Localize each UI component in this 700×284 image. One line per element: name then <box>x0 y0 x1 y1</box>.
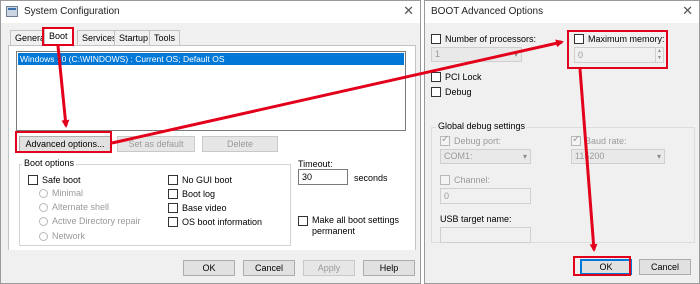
debug-port-label: Debug port: <box>454 136 502 146</box>
os-boot-info-checkbox[interactable] <box>168 217 178 227</box>
timeout-field[interactable]: 30 <box>298 169 348 185</box>
tab-startup[interactable]: Startup <box>114 30 154 45</box>
network-label: Network <box>52 231 86 241</box>
channel-checkbox[interactable] <box>440 175 450 185</box>
safe-boot-label: Safe boot <box>42 175 81 185</box>
max-memory-field[interactable]: 0 ▲ ▼ <box>574 47 664 63</box>
pci-lock-label: PCI Lock <box>445 72 482 82</box>
tab-tools[interactable]: Tools <box>149 30 181 45</box>
boot-options-label: Boot options <box>22 158 77 168</box>
cancel-button[interactable]: Cancel <box>243 260 295 276</box>
chevron-down-icon: ▾ <box>513 50 518 59</box>
minimal-label: Minimal <box>52 188 84 198</box>
dialog-footer: OK Cancel Apply Help <box>1 250 420 283</box>
window-title: BOOT Advanced Options <box>431 6 544 17</box>
usb-target-field[interactable] <box>440 227 531 243</box>
set-as-default-button[interactable]: Set as default <box>117 136 195 152</box>
debug-label: Debug <box>445 87 472 97</box>
title-bar: BOOT Advanced Options ✕ <box>425 1 699 23</box>
pci-lock-checkbox[interactable] <box>431 72 441 82</box>
alternate-shell-radio[interactable] <box>39 203 48 212</box>
global-debug-label: Global debug settings <box>436 121 528 131</box>
tab-boot[interactable]: Boot <box>44 28 73 46</box>
make-permanent-label-line2: permanent <box>312 226 356 236</box>
os-boot-info-label: OS boot information <box>182 217 263 227</box>
help-button[interactable]: Help <box>363 260 415 276</box>
num-processors-value: 1 <box>435 49 441 59</box>
debug-port-checkbox[interactable] <box>440 134 450 146</box>
network-radio[interactable] <box>39 232 48 241</box>
ok-button[interactable]: OK <box>580 259 632 275</box>
baud-rate-checkbox[interactable] <box>571 134 581 146</box>
ad-repair-label: Active Directory repair <box>52 216 141 226</box>
no-gui-boot-checkbox[interactable] <box>168 175 178 185</box>
channel-label: Channel: <box>454 175 491 185</box>
baud-rate-select[interactable]: 115200 ▾ <box>571 149 665 164</box>
list-item[interactable]: Windows 10 (C:\WINDOWS) : Current OS; De… <box>18 53 404 65</box>
num-processors-select[interactable]: 1 ▾ <box>431 47 522 62</box>
timeout-unit: seconds <box>354 173 388 183</box>
close-icon[interactable]: ✕ <box>682 3 693 19</box>
os-list[interactable]: Windows 10 (C:\WINDOWS) : Current OS; De… <box>16 51 406 131</box>
boot-log-label: Boot log <box>182 189 216 199</box>
channel-field[interactable]: 0 <box>440 188 531 204</box>
advanced-options-button[interactable]: Advanced options... <box>19 136 111 152</box>
system-config-icon <box>6 6 18 17</box>
title-bar: System Configuration ✕ <box>1 1 420 23</box>
debug-port-value: COM1: <box>444 151 473 161</box>
delete-button[interactable]: Delete <box>202 136 278 152</box>
apply-button[interactable]: Apply <box>303 260 355 276</box>
cancel-button[interactable]: Cancel <box>639 259 691 275</box>
max-memory-value: 0 <box>578 50 584 60</box>
debug-port-select[interactable]: COM1: ▾ <box>440 149 531 164</box>
make-permanent-checkbox[interactable] <box>298 216 308 226</box>
debug-checkbox[interactable] <box>431 87 441 97</box>
max-memory-label: Maximum memory: <box>588 34 665 44</box>
chevron-down-icon: ▾ <box>656 152 661 161</box>
alternate-shell-label: Alternate shell <box>52 202 110 212</box>
base-video-label: Base video <box>182 203 227 213</box>
window-title: System Configuration <box>24 6 120 17</box>
close-icon[interactable]: ✕ <box>403 3 414 19</box>
system-configuration-window: System Configuration ✕ General Boot Serv… <box>0 0 421 284</box>
timeout-label: Timeout: <box>298 159 333 169</box>
ok-button[interactable]: OK <box>183 260 235 276</box>
spinner-arrows-icon[interactable]: ▲ ▼ <box>655 48 663 62</box>
safe-boot-checkbox[interactable] <box>28 175 38 185</box>
make-permanent-label: Make all boot settings <box>312 215 400 225</box>
usb-target-label: USB target name: <box>440 214 512 224</box>
dialog-footer: OK Cancel <box>425 250 699 283</box>
boot-log-checkbox[interactable] <box>168 189 178 199</box>
no-gui-boot-label: No GUI boot <box>182 175 233 185</box>
num-processors-label: Number of processors: <box>445 34 537 44</box>
baud-rate-value: 115200 <box>575 151 605 161</box>
num-processors-checkbox[interactable] <box>431 34 441 44</box>
baud-rate-label: Baud rate: <box>585 136 627 146</box>
max-memory-checkbox[interactable] <box>574 34 584 44</box>
ad-repair-radio[interactable] <box>39 217 48 226</box>
base-video-checkbox[interactable] <box>168 203 178 213</box>
boot-advanced-options-window: BOOT Advanced Options ✕ Number of proces… <box>424 0 700 284</box>
chevron-down-icon: ▾ <box>522 152 527 161</box>
minimal-radio[interactable] <box>39 189 48 198</box>
